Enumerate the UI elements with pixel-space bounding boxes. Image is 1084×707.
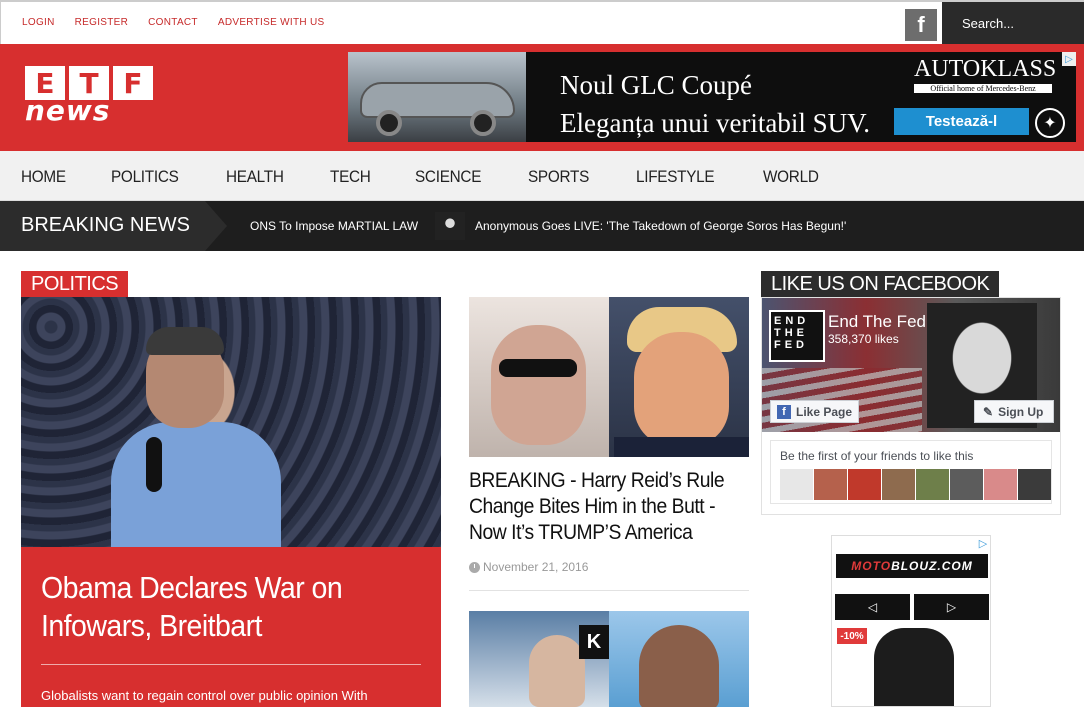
facebook-icon: f	[777, 404, 791, 419]
facebook-page-name[interactable]: End The Fed	[828, 312, 926, 332]
article-date: November 21, 2016	[469, 560, 588, 574]
image-sign-letter: K	[579, 625, 609, 659]
adchoices-icon[interactable]: ▷	[976, 536, 990, 550]
facebook-friends-box: Be the first of your friends to like thi…	[770, 440, 1052, 504]
avatar[interactable]	[984, 469, 1017, 500]
featured-divider	[41, 664, 421, 665]
advertise-link[interactable]: ADVERTISE WITH US	[218, 17, 325, 28]
featured-article-image[interactable]	[21, 297, 441, 547]
ad-next-button[interactable]: ▷	[914, 594, 989, 620]
nav-home[interactable]: HOME	[21, 167, 66, 187]
facebook-like-count: 358,370 likes	[828, 332, 899, 346]
nav-lifestyle[interactable]: LIFESTYLE	[636, 167, 715, 187]
facebook-widget-title: LIKE US ON FACEBOOK	[761, 271, 1000, 297]
ad-headline: Noul GLC Coupé Eleganța unui veritabil S…	[560, 66, 870, 142]
article-date-text: November 21, 2016	[483, 560, 589, 574]
facebook-page-avatar[interactable]: END THE FED	[769, 310, 825, 362]
breaking-news-label: BREAKING NEWS	[0, 201, 205, 251]
ticker-item[interactable]: Anonymous Goes LIVE: 'The Takedown of Ge…	[475, 219, 846, 233]
avatar[interactable]	[780, 469, 813, 500]
ad-prev-button[interactable]: ◁	[835, 594, 910, 620]
mercedes-star-icon: ✦	[1035, 108, 1065, 138]
sign-up-label: Sign Up	[998, 404, 1044, 419]
breaking-news-bar: BREAKING NEWS ONS To Impose MARTIAL LAW …	[0, 201, 1084, 251]
featured-article-excerpt: Globalists want to regain control over p…	[41, 688, 368, 703]
nav-world[interactable]: WORLD	[763, 167, 819, 187]
adchoices-icon[interactable]: ▷	[1062, 52, 1076, 66]
pencil-icon: ✎	[983, 404, 994, 419]
ad-logo-pre: MOTO	[851, 559, 892, 573]
image-suit	[614, 437, 749, 457]
car-wheel-icon	[376, 110, 402, 136]
discount-badge: -10%	[837, 628, 867, 644]
microphone-icon	[146, 437, 162, 492]
ticker-item[interactable]: ONS To Impose MARTIAL LAW	[250, 219, 418, 233]
login-link[interactable]: LOGIN	[22, 17, 55, 28]
site-logo[interactable]: E T F news	[25, 66, 153, 126]
image-face	[634, 332, 729, 447]
nav-health[interactable]: HEALTH	[226, 167, 284, 187]
register-link[interactable]: REGISTER	[75, 17, 129, 28]
nav-science[interactable]: SCIENCE	[415, 167, 481, 187]
avatar[interactable]	[882, 469, 915, 500]
ad-brand: AUTOKLASS	[914, 56, 1057, 82]
sidebar-ad[interactable]: ▷ MOTO BLOUZ.COM ◁ ▷ -10%	[831, 535, 991, 707]
image-hair	[146, 327, 224, 355]
like-page-label: Like Page	[796, 404, 853, 419]
featured-article-title[interactable]: Obama Declares War on Infowars, Breitbar…	[41, 569, 391, 645]
facebook-icon[interactable]: f	[905, 9, 937, 41]
image-face	[491, 325, 586, 445]
facebook-page-widget: END THE FED End The Fed 358,370 likes f …	[761, 297, 1061, 515]
article-image[interactable]	[469, 297, 749, 457]
image-shirt	[111, 422, 281, 547]
ad-brand-subtitle: Official home of Mercedes-Benz	[914, 84, 1052, 93]
avatar[interactable]	[814, 469, 847, 500]
main-nav: HOME POLITICS HEALTH TECH SCIENCE SPORTS…	[0, 151, 1084, 201]
ad-logo: MOTO BLOUZ.COM	[836, 554, 988, 578]
logo-word: news	[25, 94, 111, 127]
car-wheel-icon	[470, 110, 496, 136]
avatar[interactable]	[848, 469, 881, 500]
search-box	[942, 2, 1084, 46]
category-tag-politics[interactable]: POLITICS	[21, 271, 129, 297]
ad-cta-button[interactable]: Testează-l	[894, 108, 1029, 135]
sign-up-button[interactable]: ✎ Sign Up	[974, 400, 1054, 423]
nav-sports[interactable]: SPORTS	[528, 167, 589, 187]
contact-link[interactable]: CONTACT	[148, 17, 198, 28]
article-divider	[469, 590, 749, 591]
search-input[interactable]	[962, 16, 1077, 31]
header-ad-banner[interactable]: Noul GLC Coupé Eleganța unui veritabil S…	[348, 52, 1076, 142]
featured-article-box: Obama Declares War on Infowars, Breitbar…	[21, 547, 441, 707]
image-face	[639, 625, 719, 707]
clock-icon	[469, 561, 480, 573]
ad-headline-2: Eleganța unui veritabil SUV.	[560, 108, 870, 138]
image-face	[529, 635, 585, 707]
article-title[interactable]: BREAKING - Harry Reid’s Rule Change Bite…	[469, 468, 731, 546]
facebook-cover-image[interactable]: END THE FED End The Fed 358,370 likes f …	[762, 298, 1060, 432]
avatar[interactable]	[950, 469, 983, 500]
friends-like-text: Be the first of your friends to like thi…	[780, 449, 974, 463]
article-image[interactable]: K	[469, 611, 749, 707]
logo-letter-f: F	[113, 66, 153, 100]
top-bar: LOGIN REGISTER CONTACT ADVERTISE WITH US…	[0, 0, 1084, 46]
avatar[interactable]	[916, 469, 949, 500]
avatar[interactable]	[1018, 469, 1051, 500]
ad-car-image	[348, 52, 526, 142]
top-links: LOGIN REGISTER CONTACT ADVERTISE WITH US	[22, 17, 324, 28]
ad-headline-1: Noul GLC Coupé	[560, 70, 752, 100]
ticker-thumbnail[interactable]	[435, 212, 465, 240]
nav-tech[interactable]: TECH	[330, 167, 371, 187]
friend-avatars	[780, 469, 1051, 500]
nav-politics[interactable]: POLITICS	[111, 167, 179, 187]
ad-product-image[interactable]	[874, 628, 954, 706]
ad-logo-post: BLOUZ.COM	[891, 559, 973, 573]
breaking-arrow	[205, 201, 227, 251]
site-header: E T F news Noul GLC Coupé Eleganța unui …	[0, 44, 1084, 151]
avatar-text: END THE FED	[771, 312, 823, 360]
sunglasses-icon	[499, 359, 577, 377]
like-page-button[interactable]: f Like Page	[770, 400, 859, 423]
